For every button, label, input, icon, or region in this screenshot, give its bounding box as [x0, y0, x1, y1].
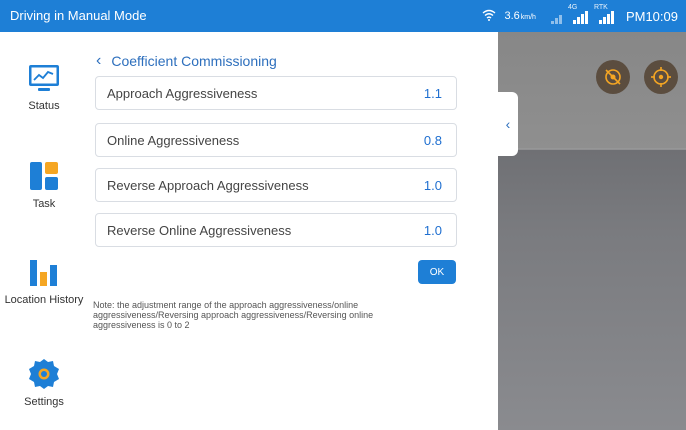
signal-4g-label: 4G: [567, 4, 578, 11]
status-indicators: 3.6 km/h 4G RTK PM10:09: [482, 4, 678, 26]
speed-readout: 3.6 km/h: [504, 10, 535, 22]
location-history-icon: [26, 254, 62, 290]
field-value[interactable]: 1.1: [424, 86, 442, 101]
collapse-panel-button[interactable]: ‹: [498, 92, 518, 156]
mode-title: Driving in Manual Mode: [10, 8, 147, 23]
sidebar-item-location-history[interactable]: Location History: [0, 254, 88, 306]
field-label: Reverse Approach Aggressiveness: [107, 177, 309, 193]
reverse-approach-aggressiveness-field[interactable]: Reverse Approach Aggressiveness 1.0: [95, 168, 457, 202]
horizon-line: [498, 148, 686, 150]
status-bar: Driving in Manual Mode 3.6 km/h 4G RTK P…: [0, 0, 686, 32]
chevron-left-icon: ‹: [505, 116, 511, 132]
online-aggressiveness-field[interactable]: Online Aggressiveness 0.8: [95, 123, 457, 157]
task-icon: [26, 158, 62, 194]
field-value[interactable]: 1.0: [424, 178, 442, 193]
sidebar: Status Task Location History Settings: [0, 32, 88, 430]
signal-1-icon: [544, 8, 562, 24]
field-label: Approach Aggressiveness: [107, 85, 258, 101]
page-title: Coefficient Commissioning: [111, 53, 277, 69]
coefficient-panel: ‹ Coefficient Commissioning Approach Agg…: [88, 32, 498, 430]
field-value[interactable]: 1.0: [424, 223, 442, 238]
clock: PM10:09: [625, 8, 678, 24]
field-label: Reverse Online Aggressiveness: [107, 222, 292, 238]
reverse-online-aggressiveness-field[interactable]: Reverse Online Aggressiveness 1.0: [95, 213, 457, 247]
gear-icon: [26, 356, 62, 392]
field-value[interactable]: 0.8: [424, 133, 442, 148]
target-icon[interactable]: [644, 60, 678, 94]
sidebar-item-label: Settings: [24, 396, 64, 408]
status-chart-icon: [26, 60, 62, 96]
speed-value: 3.6: [504, 10, 520, 22]
approach-aggressiveness-field[interactable]: Approach Aggressiveness 1.1: [95, 76, 457, 110]
signal-4g-icon: 4G: [568, 4, 588, 24]
sidebar-item-label: Task: [32, 198, 56, 210]
signal-rtk-icon: RTK: [594, 4, 614, 24]
field-label: Online Aggressiveness: [107, 132, 240, 148]
signal-rtk-label: RTK: [593, 4, 608, 11]
back-icon[interactable]: ‹: [96, 52, 101, 70]
sidebar-item-label: Status: [28, 100, 60, 112]
no-signal-icon[interactable]: [596, 60, 630, 94]
wifi-icon: [482, 9, 496, 24]
sidebar-item-label: Location History: [4, 294, 84, 306]
scene-view[interactable]: [498, 32, 686, 430]
adjustment-range-note: Note: the adjustment range of the approa…: [93, 300, 374, 330]
ok-button[interactable]: OK: [418, 260, 456, 284]
sidebar-item-settings[interactable]: Settings: [0, 356, 88, 408]
sidebar-item-status[interactable]: Status: [0, 60, 88, 112]
page-header: ‹ Coefficient Commissioning: [96, 52, 277, 70]
speed-unit: km/h: [520, 14, 536, 21]
sidebar-item-task[interactable]: Task: [0, 158, 88, 210]
